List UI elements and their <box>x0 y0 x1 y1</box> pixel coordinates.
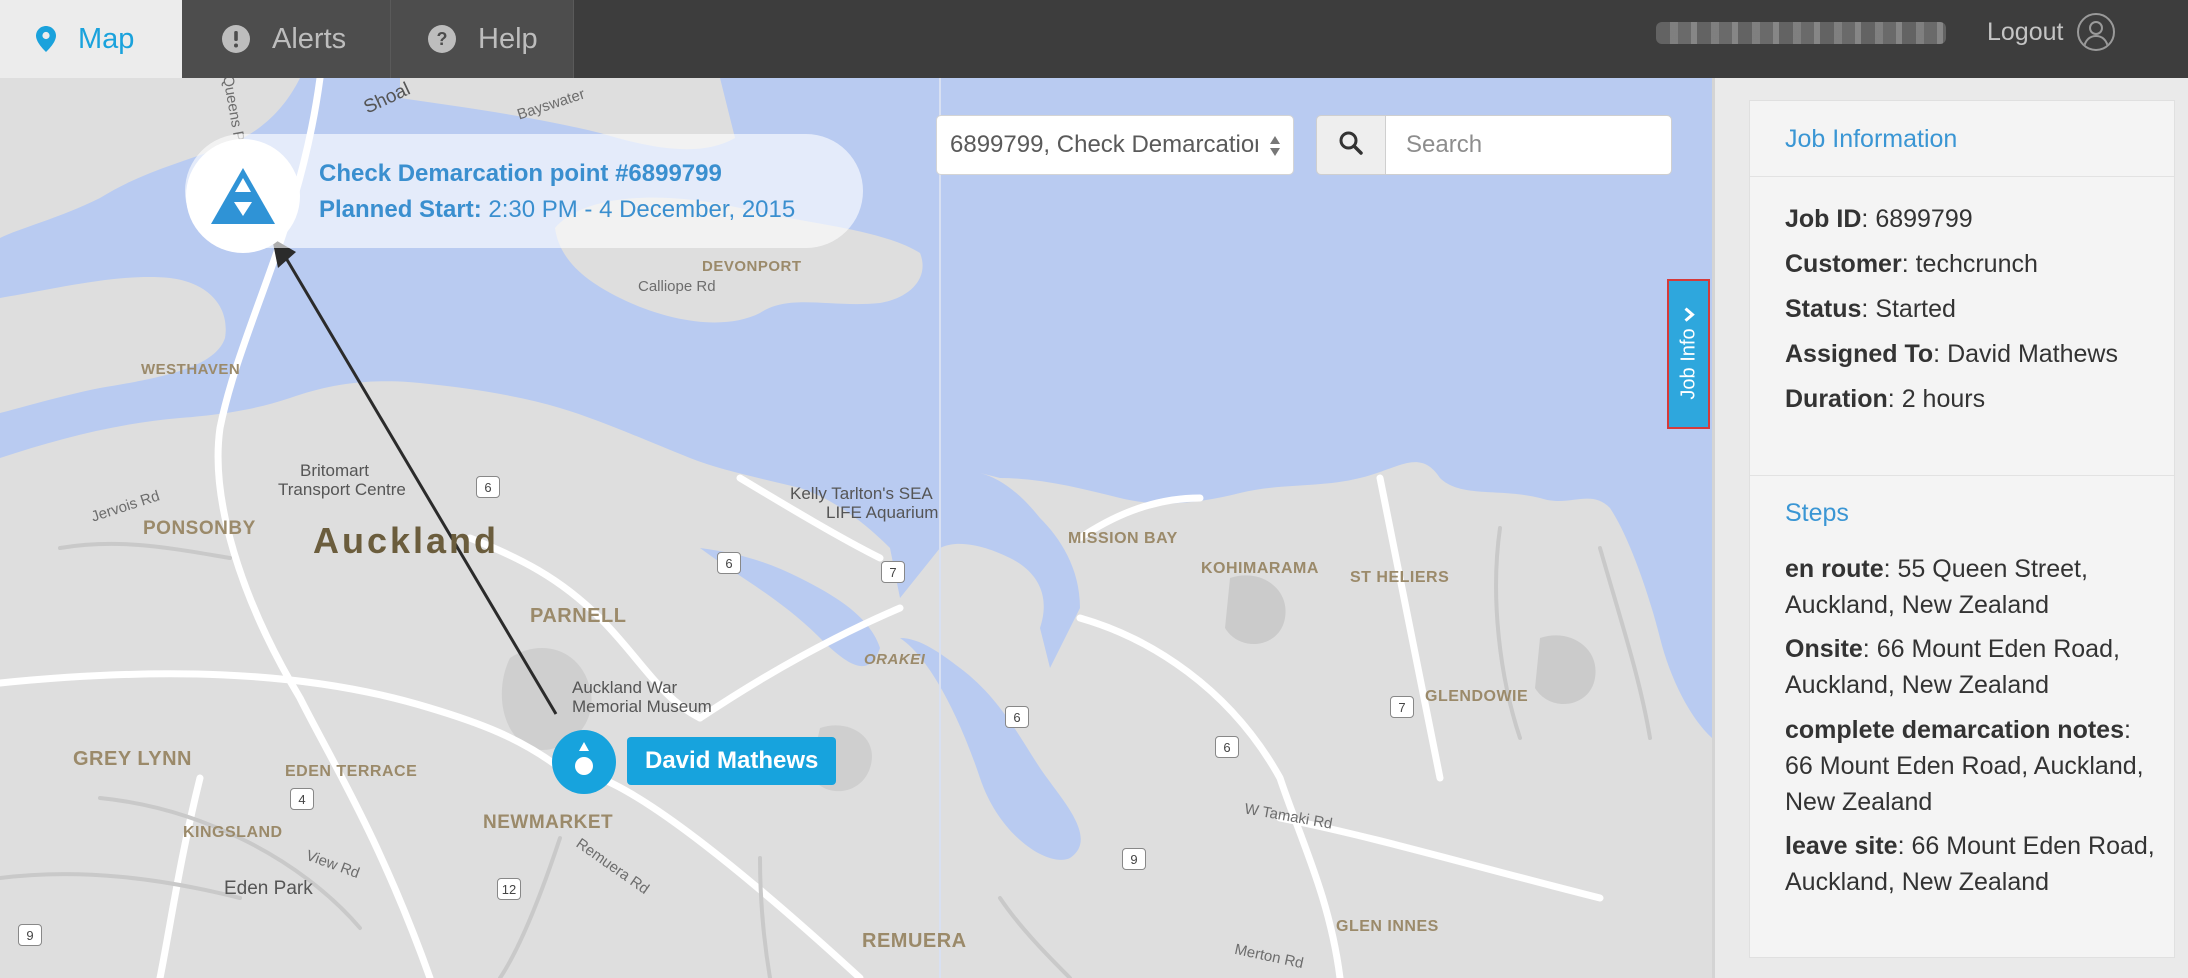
map-view[interactable]: WESTHAVEN DEVONPORT Calliope Rd PONSONBY… <box>0 78 1712 978</box>
technician-location-marker[interactable] <box>552 730 616 794</box>
question-circle-icon: ? <box>428 25 456 53</box>
technician-name-label[interactable]: David Mathews <box>627 737 837 785</box>
map-label-kelly-tarltons: Kelly Tarlton's SEA <box>790 484 933 503</box>
assigned-to-row: Assigned To: David Mathews <box>1785 340 2118 368</box>
search-icon <box>1338 130 1364 161</box>
map-label-glen-innes: GLEN INNES <box>1336 918 1439 935</box>
duration-row: Duration: 2 hours <box>1785 385 1986 413</box>
select-arrows-icon <box>1269 134 1281 165</box>
svg-text:?: ? <box>437 29 448 49</box>
map-label-transport-centre: Transport Centre <box>278 480 406 499</box>
job-info-toggle-button[interactable]: Job Info <box>1667 279 1710 429</box>
map-label-orakei: ORAKEI <box>864 651 926 668</box>
step-label: leave site <box>1785 832 1898 860</box>
map-label-britomart: Britomart <box>300 461 369 480</box>
job-select-value: 6899799, Check Demarcation point <box>950 131 1258 158</box>
status-value: Started <box>1875 295 1956 323</box>
map-label-devonport: DEVONPORT <box>702 258 802 275</box>
status-row: Status: Started <box>1785 295 1956 323</box>
step-value: 66 Mount Eden Road, Auckland, New Zealan… <box>1785 752 2144 816</box>
map-label-mission-bay: MISSION BAY <box>1068 530 1178 547</box>
search-button[interactable] <box>1316 115 1386 175</box>
map-pin-icon <box>36 26 56 52</box>
map-label-eden-terrace: EDEN TERRACE <box>285 763 418 780</box>
tab-map[interactable]: Map <box>0 0 182 78</box>
job-info-toggle-content: Job Info <box>1677 307 1700 400</box>
map-label-newmarket: NEWMARKET <box>483 812 614 833</box>
steps-heading: Steps <box>1785 499 1849 527</box>
tab-map-label: Map <box>78 22 135 55</box>
customer-label: Customer <box>1785 250 1902 278</box>
step-label: complete demarcation notes <box>1785 716 2124 744</box>
customer-row: Customer: techcrunch <box>1785 250 2038 278</box>
map-label-westhaven: WESTHAVEN <box>141 361 241 378</box>
road-shield: 6 <box>476 476 500 498</box>
map-label-glendowie: GLENDOWIE <box>1425 688 1529 705</box>
map-label-remuera: REMUERA <box>862 930 967 952</box>
map-label-parnell: PARNELL <box>530 605 627 627</box>
road-shield: 9 <box>1122 848 1146 870</box>
road-shield: 7 <box>881 561 905 583</box>
logout-button[interactable]: Logout <box>1987 0 2116 64</box>
road-shield: 12 <box>497 878 521 900</box>
status-label: Status <box>1785 295 1862 323</box>
technician-position-icon <box>575 742 593 775</box>
step-label: en route <box>1785 555 1884 583</box>
map-label-grey-lynn: GREY LYNN <box>73 748 192 770</box>
assigned-to-label: Assigned To <box>1785 340 1934 368</box>
road-shield: 6 <box>1005 706 1029 728</box>
step-item: leave site: 66 Mount Eden Road, Auckland… <box>1785 832 2155 896</box>
road-shield: 4 <box>290 788 314 810</box>
job-info-card: Job Information Job ID: 6899799 Customer… <box>1749 100 2175 958</box>
user-avatar-icon <box>2077 13 2116 51</box>
map-label-kingsland: KINGSLAND <box>183 824 283 841</box>
planned-start-value: 2:30 PM - 4 December, 2015 <box>488 196 796 223</box>
map-label-kohimarama: KOHIMARAMA <box>1201 560 1319 577</box>
tab-help[interactable]: ? Help <box>391 0 574 78</box>
step-item: Onsite: 66 Mount Eden Road, Auckland, Ne… <box>1785 635 2120 699</box>
tab-help-label: Help <box>478 22 538 55</box>
user-email-redacted <box>1656 22 1946 44</box>
job-select-dropdown[interactable]: 6899799, Check Demarcation point <box>936 115 1294 175</box>
map-label-sea-life-aquarium: LIFE Aquarium <box>826 503 939 522</box>
map-label-calliope-rd: Calliope Rd <box>638 278 716 295</box>
map-label-eden-park: Eden Park <box>224 878 313 899</box>
job-marker-planned-start: Planned Start: 2:30 PM - 4 December, 201… <box>319 196 795 224</box>
steps-divider <box>1750 475 2174 476</box>
step-item: en route: 55 Queen Street, Auckland, New… <box>1785 555 2088 619</box>
job-marker-title: Check Demarcation point #6899799 <box>319 160 722 187</box>
search-input[interactable] <box>1385 115 1672 175</box>
road-shield: 7 <box>1390 696 1414 718</box>
job-info-divider <box>1750 176 2174 177</box>
step-label: Onsite <box>1785 635 1863 663</box>
top-nav-bar: Map Alerts ? Help Logout <box>0 0 2188 78</box>
assigned-to-value: David Mathews <box>1947 340 2118 368</box>
chevron-right-icon <box>1683 307 1695 322</box>
tab-alerts-label: Alerts <box>272 22 347 55</box>
job-id-value: 6899799 <box>1875 205 1973 233</box>
map-label-auckland: Auckland <box>313 520 500 561</box>
exclamation-circle-icon <box>222 25 250 53</box>
job-id-label: Job ID <box>1785 205 1862 233</box>
job-info-panel: Job Information Job ID: 6899799 Customer… <box>1712 78 2188 978</box>
job-location-marker[interactable] <box>186 139 300 253</box>
duration-value: 2 hours <box>1901 385 1986 413</box>
planned-start-label: Planned Start: <box>319 196 482 223</box>
job-id-row: Job ID: 6899799 <box>1785 205 1973 233</box>
job-info-toggle-label: Job Info <box>1677 328 1699 400</box>
job-info-heading: Job Information <box>1785 125 1958 153</box>
road-shield: 9 <box>18 924 42 946</box>
step-item: complete demarcation notes: 66 Mount Ede… <box>1785 716 2144 816</box>
map-label-memorial-museum: Memorial Museum <box>572 697 712 716</box>
map-label-auckland-war: Auckland War <box>572 678 678 697</box>
map-label-ponsonby: PONSONBY <box>143 518 256 539</box>
logout-label: Logout <box>1987 17 2064 46</box>
customer-value: techcrunch <box>1915 250 2038 278</box>
road-shield: 6 <box>1215 736 1239 758</box>
tab-alerts[interactable]: Alerts <box>182 0 391 78</box>
job-triangle-icon <box>211 168 275 224</box>
map-label-st-heliers: ST HELIERS <box>1350 569 1450 586</box>
road-shield: 6 <box>717 552 741 574</box>
duration-label: Duration <box>1785 385 1888 413</box>
